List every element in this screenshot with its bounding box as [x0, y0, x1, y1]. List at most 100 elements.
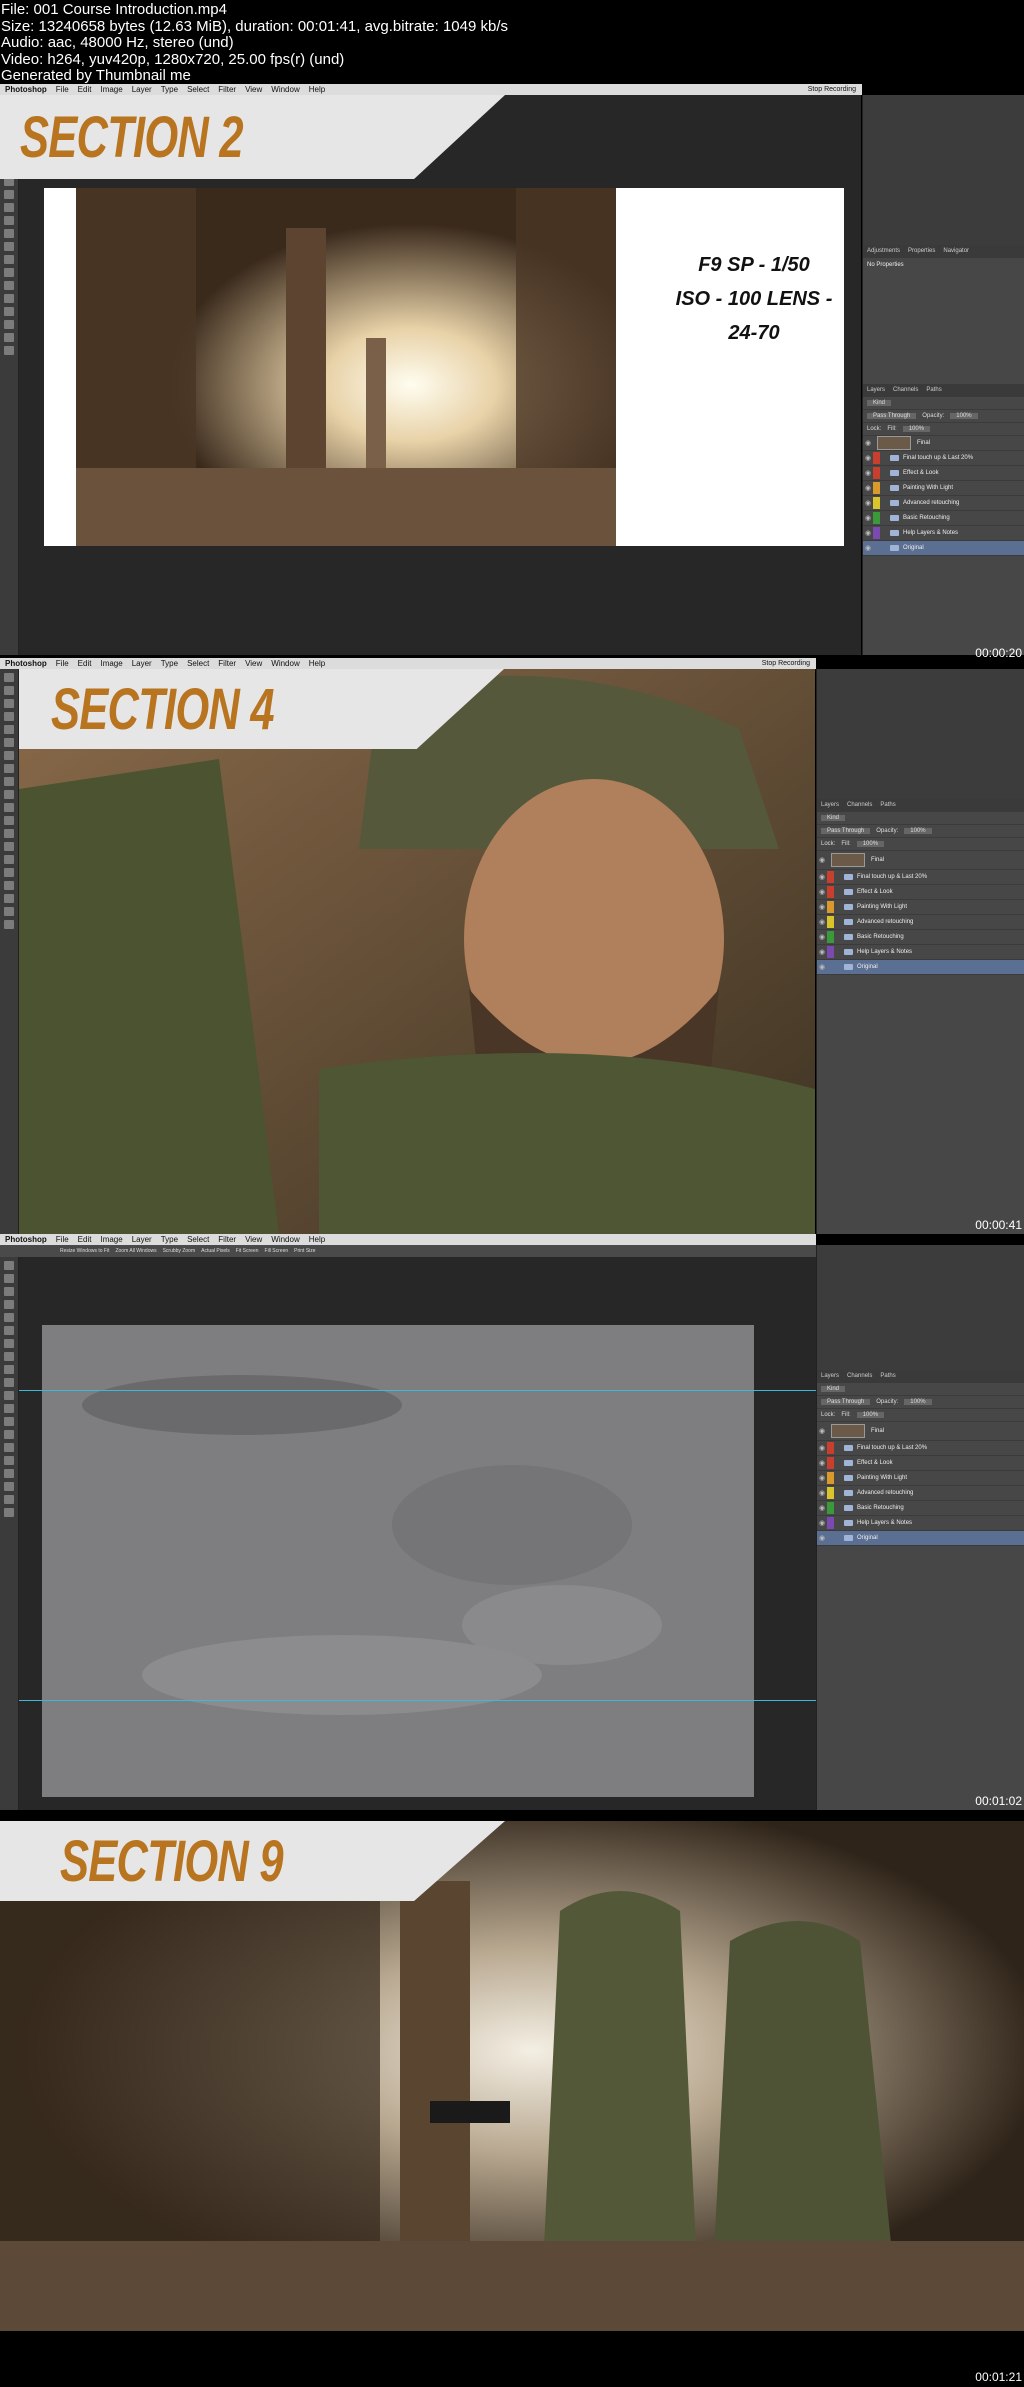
eye-icon[interactable]: ◉ [817, 1534, 827, 1542]
eye-icon[interactable]: ◉ [817, 1504, 827, 1512]
menu-window[interactable]: Window [271, 658, 299, 669]
layer-row[interactable]: ◉ Final touch up & Last 20% [863, 451, 1024, 466]
layer-row[interactable]: ◉ Help Layers & Notes [817, 1516, 1024, 1531]
menu-filter[interactable]: Filter [218, 658, 236, 669]
eye-icon[interactable]: ◉ [817, 1519, 827, 1527]
menu-app[interactable]: Photoshop [5, 1234, 47, 1245]
layer-row[interactable]: ◉ Advanced retouching [817, 915, 1024, 930]
eye-icon[interactable]: ◉ [817, 1489, 827, 1497]
eye-icon[interactable]: ◉ [863, 544, 873, 552]
menu-view[interactable]: View [245, 658, 262, 669]
tab-channels[interactable]: Channels [893, 384, 918, 397]
tab-channels[interactable]: Channels [847, 799, 872, 812]
eye-icon[interactable]: ◉ [863, 499, 873, 507]
layer-row[interactable]: ◉ Basic Retouching [817, 930, 1024, 945]
fill-field[interactable]: 100% [856, 841, 885, 847]
actual-pixels-button[interactable]: Actual Pixels [201, 1248, 230, 1254]
eye-icon[interactable]: ◉ [863, 469, 873, 477]
tab-navigator[interactable]: Navigator [943, 245, 969, 258]
menu-file[interactable]: File [56, 84, 69, 95]
option-resize-windows[interactable]: Resize Windows to Fit [60, 1248, 109, 1254]
layer-row[interactable]: ◉ Basic Retouching [817, 1501, 1024, 1516]
menu-layer[interactable]: Layer [132, 658, 152, 669]
eye-icon[interactable]: ◉ [863, 484, 873, 492]
stop-recording-button[interactable]: Stop Recording [808, 84, 856, 95]
menu-help[interactable]: Help [309, 84, 325, 95]
menu-select[interactable]: Select [187, 1234, 209, 1245]
tab-paths[interactable]: Paths [926, 384, 941, 397]
menu-help[interactable]: Help [309, 658, 325, 669]
kind-select[interactable]: Kind [821, 815, 846, 821]
blend-mode-select[interactable]: Pass Through [821, 1399, 871, 1405]
opacity-field[interactable]: 100% [904, 828, 932, 834]
layer-row-selected[interactable]: ◉ Original [863, 541, 1024, 556]
eye-icon[interactable]: ◉ [817, 903, 827, 911]
layer-row[interactable]: ◉ Effect & Look [817, 885, 1024, 900]
eye-icon[interactable]: ◉ [817, 1427, 827, 1435]
menu-edit[interactable]: Edit [78, 658, 92, 669]
fill-field[interactable]: 100% [856, 1412, 885, 1418]
kind-select[interactable]: Kind [821, 1386, 846, 1392]
eye-icon[interactable]: ◉ [817, 918, 827, 926]
tab-paths[interactable]: Paths [880, 799, 895, 812]
layer-row[interactable]: ◉ Basic Retouching [863, 511, 1024, 526]
eye-icon[interactable]: ◉ [863, 514, 873, 522]
stop-recording-button[interactable]: Stop Recording [762, 658, 810, 669]
fill-field[interactable]: 100% [902, 426, 931, 432]
menu-type[interactable]: Type [161, 658, 178, 669]
menu-layer[interactable]: Layer [132, 1234, 152, 1245]
menu-view[interactable]: View [245, 84, 262, 95]
layer-row[interactable]: ◉ Final [863, 436, 1024, 451]
menu-window[interactable]: Window [271, 84, 299, 95]
tab-properties[interactable]: Properties [908, 245, 935, 258]
tab-layers[interactable]: Layers [821, 799, 839, 812]
eye-icon[interactable]: ◉ [817, 856, 827, 864]
eye-icon[interactable]: ◉ [817, 948, 827, 956]
menu-view[interactable]: View [245, 1234, 262, 1245]
menu-filter[interactable]: Filter [218, 84, 236, 95]
tools-panel[interactable] [0, 669, 19, 1234]
menu-image[interactable]: Image [100, 84, 122, 95]
tools-panel[interactable] [0, 95, 19, 655]
eye-icon[interactable]: ◉ [863, 454, 873, 462]
layer-row[interactable]: ◉ Final touch up & Last 20% [817, 870, 1024, 885]
tab-layers[interactable]: Layers [821, 1370, 839, 1383]
menu-filter[interactable]: Filter [218, 1234, 236, 1245]
menu-image[interactable]: Image [100, 658, 122, 669]
layer-row[interactable]: ◉ Help Layers & Notes [863, 526, 1024, 541]
layer-row[interactable]: ◉ Painting With Light [817, 900, 1024, 915]
option-zoom-all[interactable]: Zoom All Windows [115, 1248, 156, 1254]
menu-help[interactable]: Help [309, 1234, 325, 1245]
tab-paths[interactable]: Paths [880, 1370, 895, 1383]
menu-window[interactable]: Window [271, 1234, 299, 1245]
layer-row[interactable]: ◉ Painting With Light [863, 481, 1024, 496]
menu-image[interactable]: Image [100, 1234, 122, 1245]
menu-select[interactable]: Select [187, 84, 209, 95]
layer-row[interactable]: ◉ Painting With Light [817, 1471, 1024, 1486]
menu-file[interactable]: File [56, 658, 69, 669]
blend-mode-select[interactable]: Pass Through [867, 413, 917, 419]
opacity-field[interactable]: 100% [904, 1399, 932, 1405]
layer-row[interactable]: ◉ Final [817, 851, 1024, 870]
eye-icon[interactable]: ◉ [817, 873, 827, 881]
blend-mode-select[interactable]: Pass Through [821, 828, 871, 834]
eye-icon[interactable]: ◉ [817, 888, 827, 896]
layer-row[interactable]: ◉ Final [817, 1422, 1024, 1441]
option-scrubby-zoom[interactable]: Scrubby Zoom [163, 1248, 196, 1254]
layer-row[interactable]: ◉ Advanced retouching [863, 496, 1024, 511]
menu-file[interactable]: File [56, 1234, 69, 1245]
eye-icon[interactable]: ◉ [817, 933, 827, 941]
menu-layer[interactable]: Layer [132, 84, 152, 95]
tab-channels[interactable]: Channels [847, 1370, 872, 1383]
fit-screen-button[interactable]: Fit Screen [236, 1248, 259, 1254]
menu-type[interactable]: Type [161, 84, 178, 95]
eye-icon[interactable]: ◉ [817, 1474, 827, 1482]
layer-row-selected[interactable]: ◉ Original [817, 1531, 1024, 1546]
layer-row[interactable]: ◉ Effect & Look [863, 466, 1024, 481]
tab-adjustments[interactable]: Adjustments [867, 245, 900, 258]
layer-row[interactable]: ◉ Advanced retouching [817, 1486, 1024, 1501]
layer-row-selected[interactable]: ◉ Original [817, 960, 1024, 975]
menu-app[interactable]: Photoshop [5, 658, 47, 669]
menu-type[interactable]: Type [161, 1234, 178, 1245]
eye-icon[interactable]: ◉ [863, 439, 873, 447]
